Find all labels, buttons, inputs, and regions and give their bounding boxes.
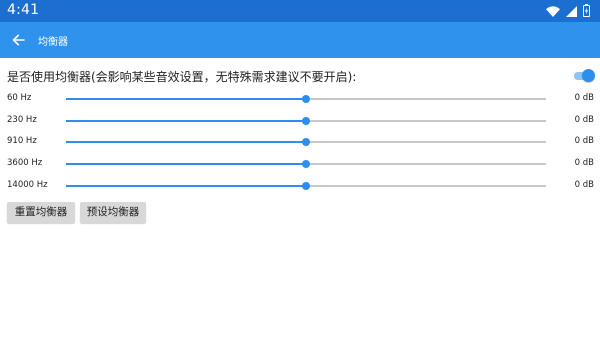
band-frequency: 230 Hz	[7, 115, 37, 125]
enable-switch[interactable]	[574, 69, 595, 83]
band-slider[interactable]	[66, 176, 546, 196]
back-button[interactable]	[6, 28, 30, 52]
slider-thumb[interactable]	[302, 182, 310, 190]
slider-thumb[interactable]	[302, 117, 310, 125]
band-frequency: 60 Hz	[7, 93, 32, 103]
battery-icon	[583, 2, 590, 21]
slider-fill	[66, 185, 306, 187]
slider-fill	[66, 141, 306, 143]
band-gain: 0 dB	[574, 180, 594, 190]
band-14000hz: 14000 Hz 0 dB	[0, 176, 600, 196]
page-title: 均衡器	[38, 37, 68, 48]
band-frequency: 910 Hz	[7, 136, 37, 146]
preset-equalizer-button[interactable]: 预设均衡器	[80, 202, 146, 223]
enable-label: 是否使用均衡器(会影响某些音效设置，无特殊需求建议不要开启):	[7, 70, 357, 84]
app-bar: 均衡器	[0, 22, 600, 58]
band-60hz: 60 Hz 0 dB	[0, 89, 600, 109]
band-slider[interactable]	[66, 154, 546, 174]
band-gain: 0 dB	[574, 158, 594, 168]
band-slider[interactable]	[66, 89, 546, 109]
band-gain: 0 dB	[574, 136, 594, 146]
band-slider[interactable]	[66, 111, 546, 131]
band-slider[interactable]	[66, 132, 546, 152]
status-icons	[546, 2, 590, 21]
slider-thumb[interactable]	[302, 95, 310, 103]
signal-icon	[566, 2, 577, 21]
arrow-back-icon	[12, 31, 25, 50]
band-910hz: 910 Hz 0 dB	[0, 132, 600, 152]
band-230hz: 230 Hz 0 dB	[0, 111, 600, 131]
reset-equalizer-button[interactable]: 重置均衡器	[7, 202, 75, 223]
wifi-icon	[546, 2, 560, 21]
slider-fill	[66, 98, 306, 100]
band-frequency: 14000 Hz	[7, 180, 48, 190]
band-gain: 0 dB	[574, 93, 594, 103]
band-frequency: 3600 Hz	[7, 158, 43, 168]
status-time: 4:41	[7, 2, 40, 18]
status-bar: 4:41	[0, 0, 600, 22]
equalizer-panel: 是否使用均衡器(会影响某些音效设置，无特殊需求建议不要开启): 60 Hz 0 …	[0, 58, 600, 337]
slider-fill	[66, 163, 306, 165]
slider-thumb[interactable]	[302, 160, 310, 168]
slider-thumb[interactable]	[302, 138, 310, 146]
slider-fill	[66, 120, 306, 122]
switch-thumb	[582, 69, 595, 82]
band-gain: 0 dB	[574, 115, 594, 125]
enable-row: 是否使用均衡器(会影响某些音效设置，无特殊需求建议不要开启):	[0, 66, 600, 86]
band-3600hz: 3600 Hz 0 dB	[0, 154, 600, 174]
